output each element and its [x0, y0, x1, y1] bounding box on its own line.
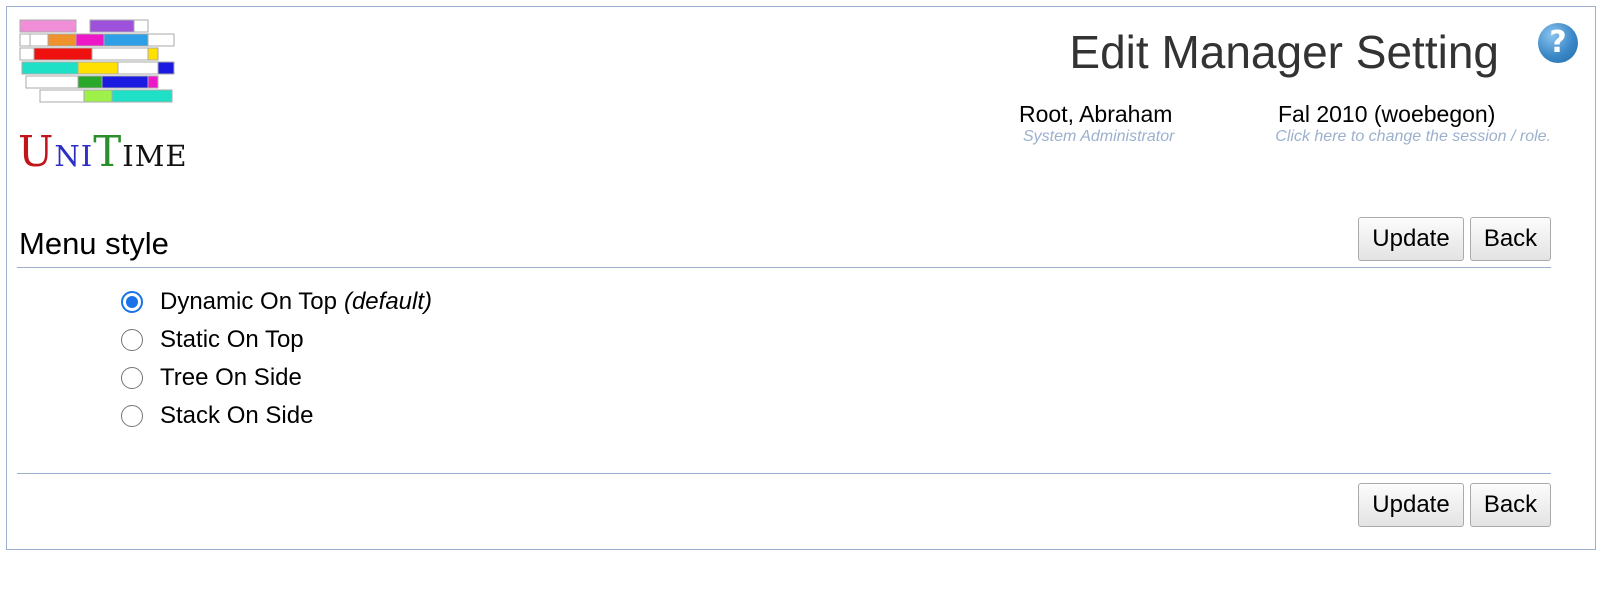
logo-letters-ime: IME — [122, 139, 188, 173]
unitime-wordmark: UNITIME — [18, 131, 188, 173]
unitime-logo: UNITIME — [18, 18, 187, 188]
menu-style-option[interactable]: Static On Top — [121, 321, 432, 359]
back-button-top[interactable]: Back — [1470, 217, 1551, 261]
logo-letter-u: U — [18, 127, 55, 176]
option-label: Tree On Side — [160, 364, 302, 391]
page-frame: UNITIME Edit Manager Setting ? Root, Abr… — [6, 6, 1596, 550]
radio-stack-on-side[interactable] — [121, 405, 143, 427]
session-name[interactable]: Fal 2010 (woebegon) — [1278, 101, 1495, 128]
radio-tree-on-side[interactable] — [121, 367, 143, 389]
option-label: Stack On Side — [160, 402, 314, 429]
section-divider-top — [17, 267, 1551, 268]
menu-style-option[interactable]: Stack On Side — [121, 397, 432, 435]
timetable-grid-logo — [19, 19, 175, 103]
default-marker: (default) — [343, 288, 433, 315]
user-role: System Administrator — [1023, 128, 1175, 145]
page-title: Edit Manager Setting — [1069, 26, 1499, 78]
section-title: Menu style — [19, 226, 169, 261]
update-button-top[interactable]: Update — [1358, 217, 1464, 261]
radio-static-on-top[interactable] — [121, 329, 143, 351]
section-divider-bottom — [17, 473, 1551, 474]
option-text: Dynamic On Top — [160, 288, 337, 315]
radio-dynamic-on-top[interactable] — [121, 291, 143, 313]
option-label: Static On Top — [160, 326, 304, 353]
user-name: Root, Abraham — [1019, 101, 1173, 127]
back-button-bottom[interactable]: Back — [1470, 483, 1551, 527]
change-session-link[interactable]: Click here to change the session / role. — [1275, 128, 1551, 146]
logo-letter-t: T — [93, 127, 123, 176]
help-icon[interactable]: ? — [1538, 23, 1578, 63]
option-label: Dynamic On Top (default) — [160, 288, 432, 316]
menu-style-option[interactable]: Dynamic On Top (default) — [121, 283, 432, 321]
update-button-bottom[interactable]: Update — [1358, 483, 1464, 527]
menu-style-options: Dynamic On Top (default) Static On Top Tr… — [121, 283, 432, 435]
menu-style-option[interactable]: Tree On Side — [121, 359, 432, 397]
logo-letters-ni: NI — [54, 139, 94, 173]
